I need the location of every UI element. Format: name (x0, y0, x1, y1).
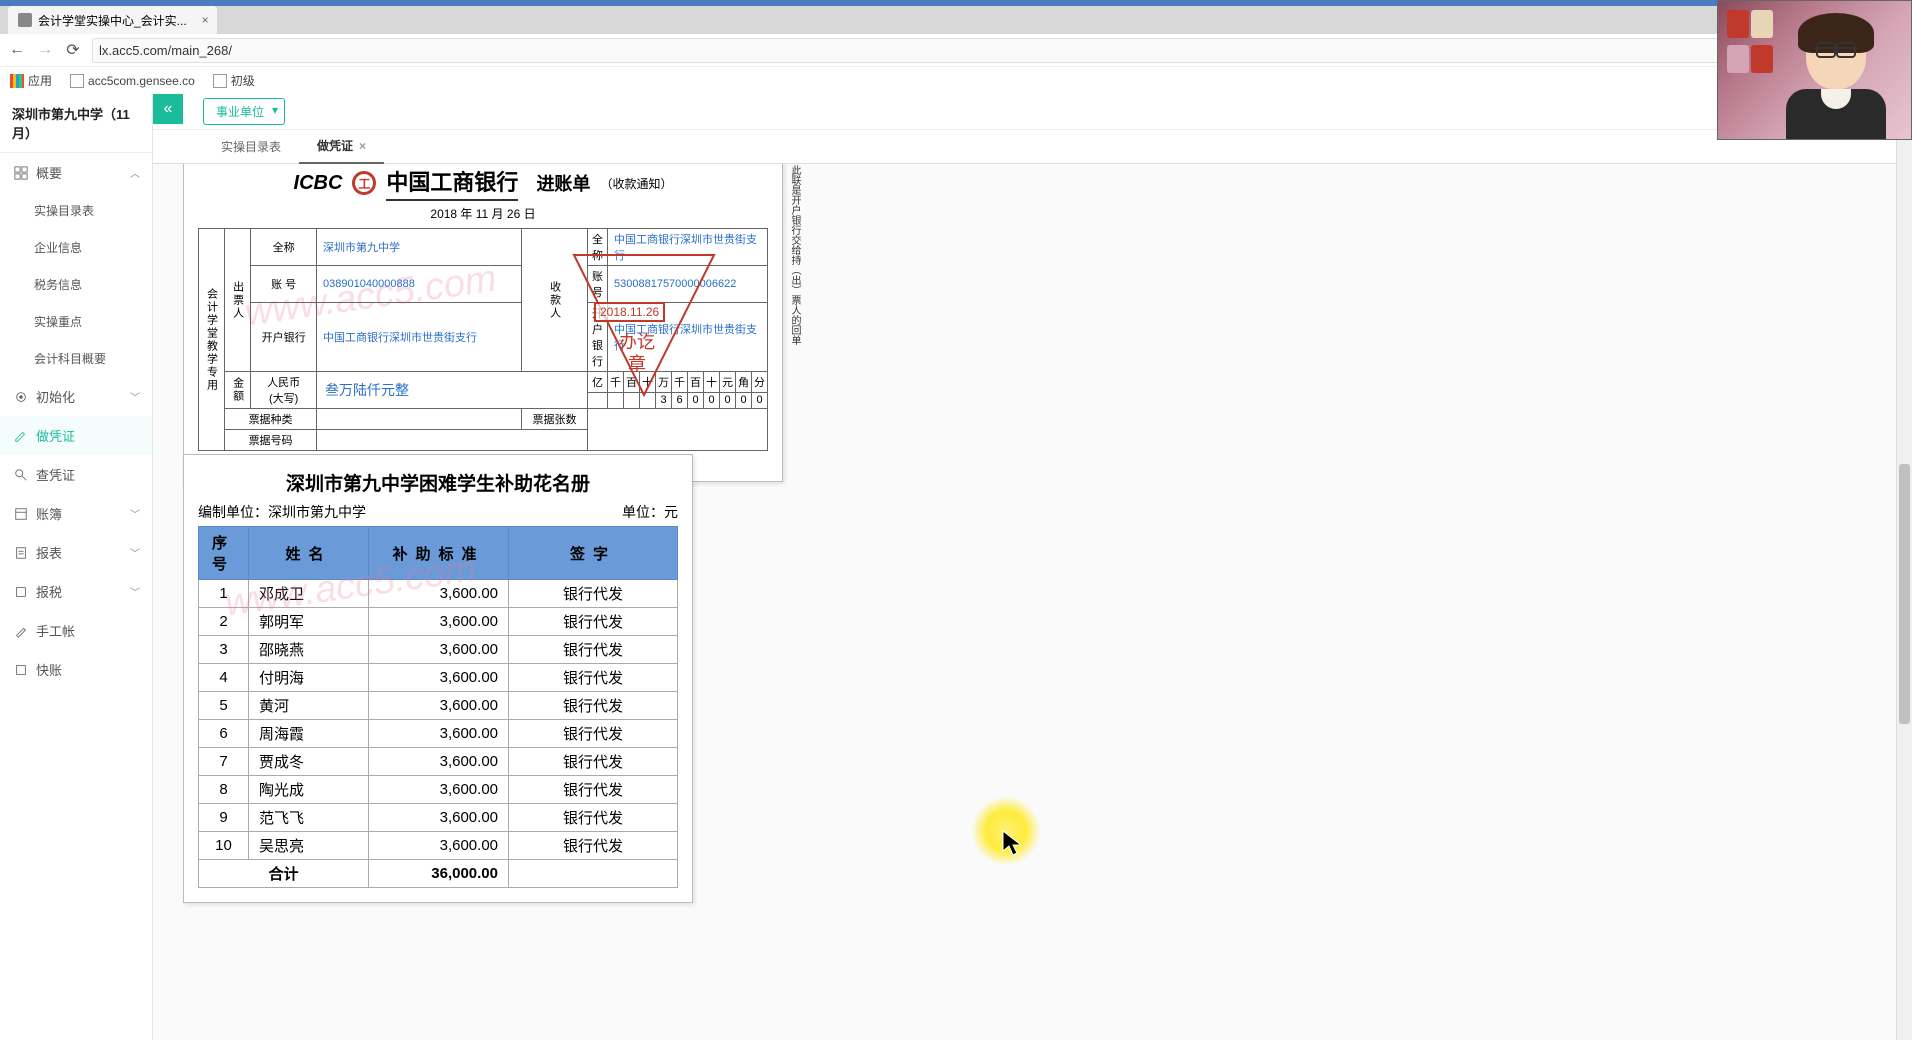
back-icon[interactable]: ← (8, 41, 26, 59)
webcam-overlay (1717, 0, 1912, 140)
sidebar-item-kuaizhang[interactable]: 快账 (0, 650, 152, 689)
content-area: www.acc5.com ICBC 工 中国工商银行 进账单 （收款通知） 20… (153, 164, 1912, 1040)
main-content: « 事业单位 张师师老师 （SVIP会员） 实操目录表 做凭证× www.acc… (153, 94, 1912, 1040)
icbc-text: ICBC (294, 172, 343, 195)
org-type-dropdown[interactable]: 事业单位 (203, 98, 285, 125)
sidebar-item-shuiwu[interactable]: 税务信息 (0, 266, 152, 303)
sidebar-item-baobiao[interactable]: 报表 ﹀ (0, 533, 152, 572)
sidebar-item-mulu[interactable]: 实操目录表 (0, 192, 152, 229)
receipt-table: 会计学堂教学专用 出票人 全称 深圳市第九中学 收款人 全称 中国工商银行深圳市… (198, 228, 768, 451)
chevron-down-icon: ﹀ (130, 506, 140, 521)
tab-bar: 会计学堂实操中心_会计实... × (0, 0, 1912, 34)
tax-icon (14, 585, 28, 599)
sidebar-overview[interactable]: 概要 ︿ (0, 153, 152, 192)
page-icon (213, 74, 227, 88)
sidebar-item-shougong[interactable]: 手工帐 (0, 611, 152, 650)
table-row: 5黄河3,600.00银行代发 (199, 692, 678, 720)
cursor-highlight (971, 796, 1041, 866)
vertical-scrollbar[interactable] (1896, 94, 1912, 1040)
sidebar-item-qiye[interactable]: 企业信息 (0, 229, 152, 266)
sidebar-item-zhangbu[interactable]: 账簿 ﹀ (0, 494, 152, 533)
cursor-icon (1001, 829, 1023, 864)
app-container: 深圳市第九中学（11月） 概要 ︿ 实操目录表 企业信息 税务信息 实操重点 会… (0, 94, 1912, 1040)
bookmark-chuji[interactable]: 初级 (213, 72, 255, 89)
side-note: １此联是开户银行交给持（出）票人的回单 (786, 164, 802, 345)
roster-title: 深圳市第九中学困难学生补助花名册 (198, 469, 678, 496)
sidebar-item-zuopingzheng[interactable]: 做凭证 (0, 416, 152, 455)
table-row: 4付明海3,600.00银行代发 (199, 664, 678, 692)
top-controls: 事业单位 张师师老师 （SVIP会员） (153, 94, 1912, 130)
sidebar-item-chapingzheng[interactable]: 查凭证 (0, 455, 152, 494)
page-icon (70, 74, 84, 88)
bookmark-acc5[interactable]: acc5com.gensee.co (70, 74, 195, 88)
tab-mulu[interactable]: 实操目录表 (203, 130, 299, 163)
close-icon[interactable]: × (359, 139, 366, 153)
receipt-header: ICBC 工 中国工商银行 进账单 （收款通知） 2018 年 11 月 26 … (198, 165, 768, 222)
chevron-up-icon: ︿ (130, 165, 140, 180)
reload-icon[interactable]: ⟳ (64, 41, 82, 59)
chevron-down-icon: ﹀ (130, 584, 140, 599)
browser-chrome: 会计学堂实操中心_会计实... × ← → ⟳ lx.acc5.com/main… (0, 0, 1912, 95)
report-icon (14, 546, 28, 560)
bookmark-bar: 应用 acc5com.gensee.co 初级 (0, 66, 1912, 94)
shelf-decoration (1726, 9, 1776, 69)
collapse-sidebar-button[interactable]: « (153, 94, 183, 124)
side-label: 会计学堂教学专用 (199, 229, 225, 451)
table-row: 3邵晓燕3,600.00银行代发 (199, 636, 678, 664)
close-icon[interactable]: × (202, 13, 209, 27)
grid-icon (14, 166, 28, 180)
tab-zuopz[interactable]: 做凭证× (299, 129, 384, 164)
browser-tab[interactable]: 会计学堂实操中心_会计实... × (8, 6, 217, 34)
bank-name: 中国工商银行 (386, 165, 518, 201)
table-row: 9范飞飞3,600.00银行代发 (199, 804, 678, 832)
roster-total-row: 合计 36,000.00 (199, 860, 678, 888)
presenter-figure (1781, 9, 1891, 139)
table-row: 1邓成卫3,600.00银行代发 (199, 580, 678, 608)
tab-title: 会计学堂实操中心_会计实... (38, 12, 187, 29)
search-icon (14, 468, 28, 482)
table-row: 8陶光成3,600.00银行代发 (199, 776, 678, 804)
sidebar-item-baoshui[interactable]: 报税 ﹀ (0, 572, 152, 611)
sidebar-title: 深圳市第九中学（11月） (0, 94, 152, 153)
table-row: 6周海霞3,600.00银行代发 (199, 720, 678, 748)
scrollbar-thumb[interactable] (1899, 464, 1910, 724)
pen-icon (14, 624, 28, 638)
sidebar: 深圳市第九中学（11月） 概要 ︿ 实操目录表 企业信息 税务信息 实操重点 会… (0, 94, 153, 1040)
sub-tabs: 实操目录表 做凭证× (153, 130, 1912, 164)
chevron-down-icon: ﹀ (130, 545, 140, 560)
table-row: 2郭明军3,600.00银行代发 (199, 608, 678, 636)
url-input[interactable]: lx.acc5.com/main_268/ (92, 38, 1904, 63)
doc-subtitle: （收款通知） (600, 175, 672, 192)
sidebar-item-zhongdian[interactable]: 实操重点 (0, 303, 152, 340)
sidebar-item-kemu[interactable]: 会计科目概要 (0, 340, 152, 377)
apps-icon (10, 74, 24, 88)
roster-table: 序号 姓名 补助标准 签字 1邓成卫3,600.00银行代发2郭明军3,600.… (198, 526, 678, 888)
receipt-date: 2018 年 11 月 26 日 (198, 205, 768, 222)
book-icon (14, 507, 28, 521)
roster-document: www.acc5.com 深圳市第九中学困难学生补助花名册 编制单位：深圳市第九… (183, 454, 693, 903)
apps-button[interactable]: 应用 (10, 72, 52, 89)
roster-meta: 编制单位：深圳市第九中学 单位：元 (198, 502, 678, 522)
fast-icon (14, 663, 28, 677)
favicon-icon (18, 13, 32, 27)
address-bar: ← → ⟳ lx.acc5.com/main_268/ (0, 34, 1912, 66)
doc-type: 进账单 (536, 170, 590, 196)
edit-icon (14, 429, 28, 443)
sidebar-item-chushihua[interactable]: 初始化 ﹀ (0, 377, 152, 416)
table-row: 7贾成冬3,600.00银行代发 (199, 748, 678, 776)
forward-icon[interactable]: → (36, 41, 54, 59)
bank-receipt-document: www.acc5.com ICBC 工 中国工商银行 进账单 （收款通知） 20… (183, 164, 783, 482)
gear-icon (14, 390, 28, 404)
chevron-down-icon: ﹀ (130, 389, 140, 404)
table-row: 10吴思亮3,600.00银行代发 (199, 832, 678, 860)
icbc-logo-icon: 工 (352, 171, 376, 195)
